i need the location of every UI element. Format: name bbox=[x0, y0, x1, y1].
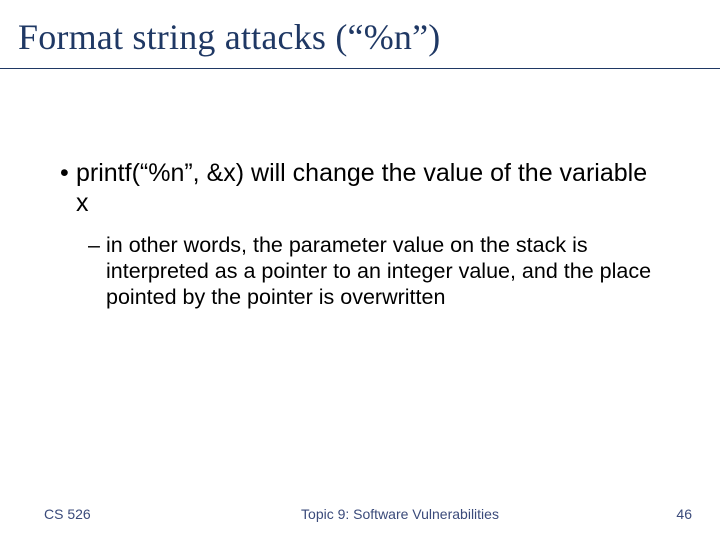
footer-topic: Topic 9: Software Vulnerabilities bbox=[200, 506, 660, 522]
slide: Format string attacks (“%n”) • printf(“%… bbox=[0, 0, 720, 540]
slide-body: • printf(“%n”, &x) will change the value… bbox=[0, 69, 720, 311]
slide-title: Format string attacks (“%n”) bbox=[0, 0, 720, 68]
bullet-dot-icon: • bbox=[60, 159, 76, 189]
bullet-dash-icon: – bbox=[88, 232, 106, 258]
footer-course: CS 526 bbox=[0, 506, 200, 522]
slide-footer: CS 526 Topic 9: Software Vulnerabilities… bbox=[0, 506, 720, 522]
bullet-level-1: • printf(“%n”, &x) will change the value… bbox=[60, 159, 660, 218]
bullet-l1-text: printf(“%n”, &x) will change the value o… bbox=[76, 159, 660, 218]
bullet-l2-text: in other words, the parameter value on t… bbox=[106, 232, 660, 311]
footer-page-number: 46 bbox=[660, 506, 720, 522]
bullet-level-2: – in other words, the parameter value on… bbox=[88, 232, 660, 311]
